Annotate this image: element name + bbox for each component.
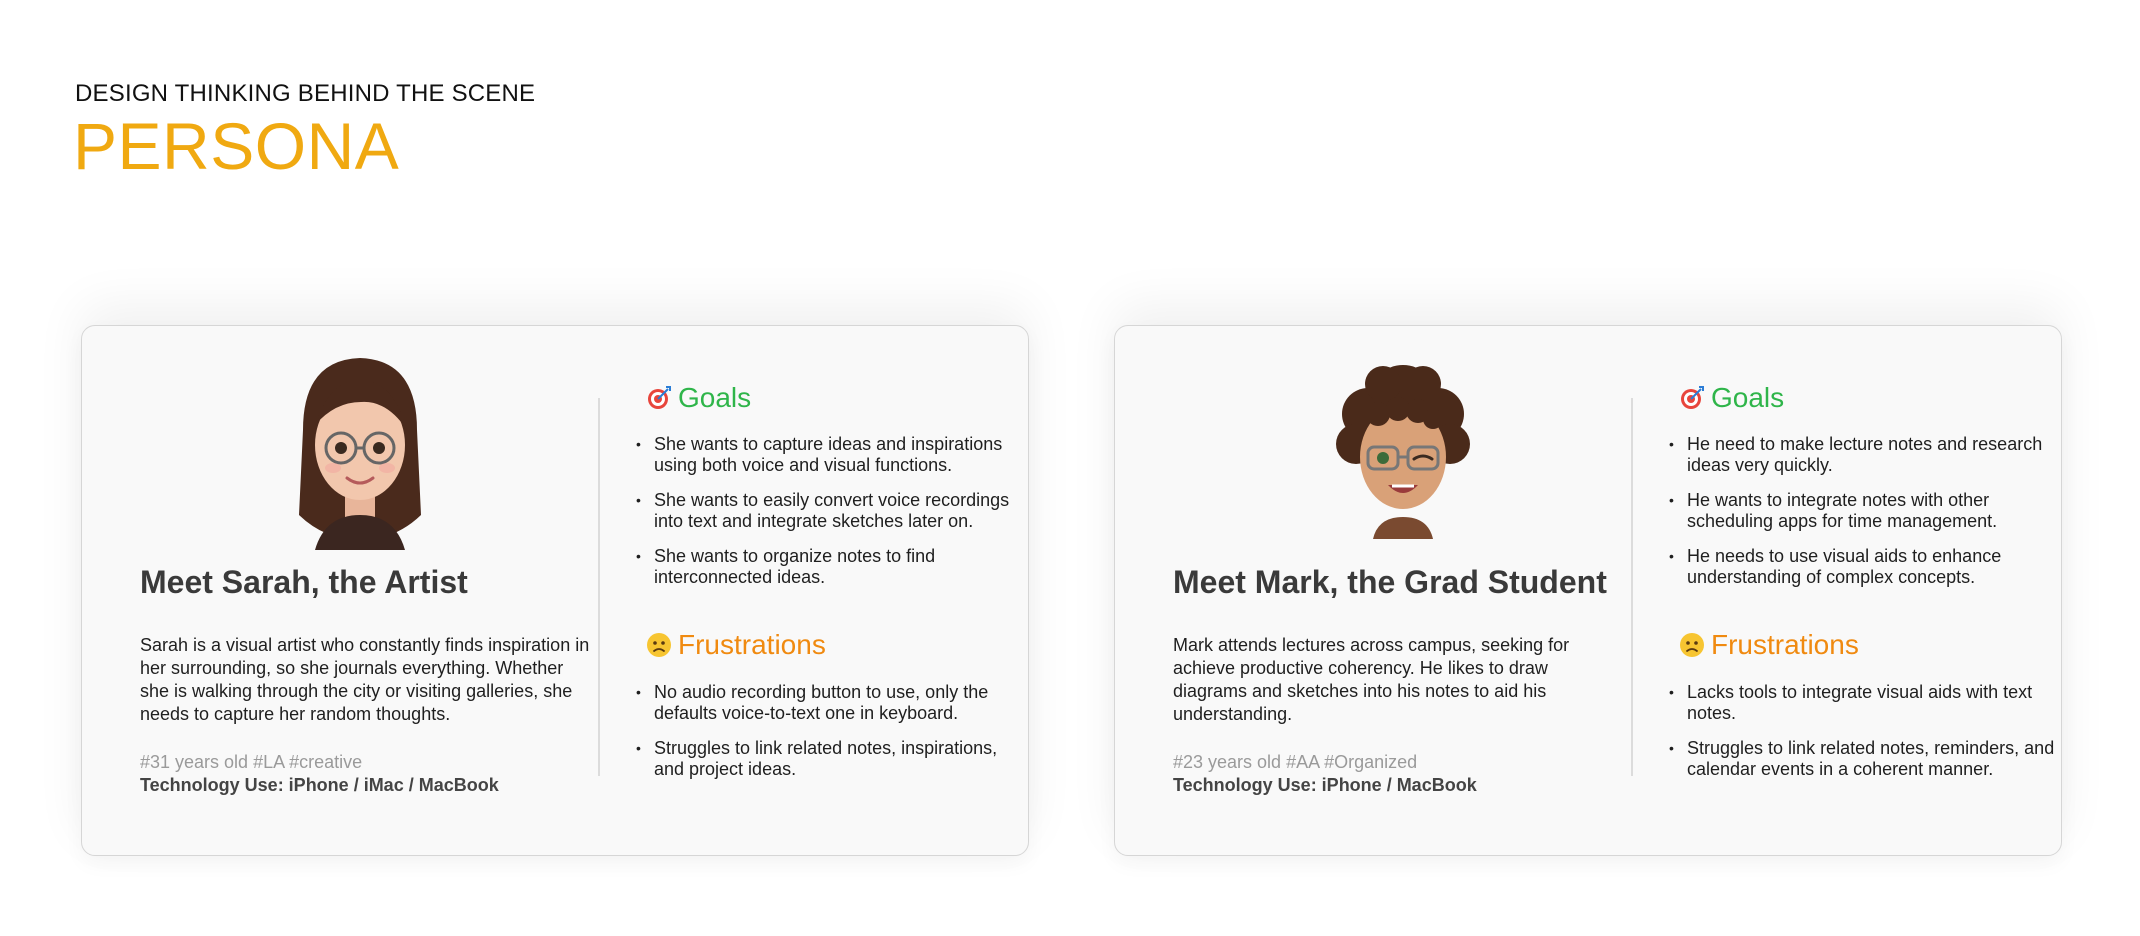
persona-card-sarah: Meet Sarah, the Artist Sarah is a visual… [81,325,1029,856]
frustrations-list: Lacks tools to integrate visual aids wit… [1669,682,2059,794]
frustration-item: Lacks tools to integrate visual aids wit… [1669,682,2059,724]
persona-page: DESIGN THINKING BEHIND THE SCENE PERSONA [0,0,2140,936]
goals-heading: Goals [1679,382,1784,414]
target-icon [646,385,672,411]
persona-tags: #23 years old #AA #Organized [1173,752,1418,772]
goal-item: She wants to easily convert voice record… [636,490,1026,532]
frustrations-heading: Frustrations [646,629,826,661]
persona-tags: #31 years old #LA #creative [140,752,363,772]
goal-item: She wants to organize notes to find inte… [636,546,1026,588]
persona-technology-use: Technology Use: iPhone / iMac / MacBook [140,775,499,795]
frustrations-list: No audio recording button to use, only t… [636,682,1026,794]
card-divider [1631,398,1633,776]
goals-label: Goals [1711,382,1785,413]
goals-list: She wants to capture ideas and inspirati… [636,434,1026,602]
page-title: PERSONA [73,109,400,183]
goal-item: He wants to integrate notes with other s… [1669,490,2059,532]
persona-bio: Mark attends lectures across campus, see… [1173,635,1570,724]
frustrations-heading: Frustrations [1679,629,1859,661]
goals-heading: Goals [646,382,751,414]
persona-bio: Sarah is a visual artist who constantly … [140,635,590,724]
target-icon [1679,385,1705,411]
frustration-item: No audio recording button to use, only t… [636,682,1026,724]
card-divider [598,398,600,776]
goal-item: He need to make lecture notes and resear… [1669,434,2059,476]
frowning-face-icon [1679,632,1705,658]
frustration-item: Struggles to link related notes, inspira… [636,738,1026,780]
goals-label: Goals [678,382,752,413]
frustrations-label: Frustrations [1711,629,1859,660]
memoji-man-avatar-icon [1318,359,1488,559]
persona-title: Meet Sarah, the Artist [140,564,468,600]
goal-item: He needs to use visual aids to enhance u… [1669,546,2059,588]
persona-card-mark: Meet Mark, the Grad Student Mark attends… [1114,325,2062,856]
persona-technology-use: Technology Use: iPhone / MacBook [1173,775,1477,795]
page-eyebrow: DESIGN THINKING BEHIND THE SCENE [75,80,536,107]
frowning-face-icon [646,632,672,658]
goal-item: She wants to capture ideas and inspirati… [636,434,1026,476]
persona-title: Meet Mark, the Grad Student [1173,564,1607,600]
frustration-item: Struggles to link related notes, reminde… [1669,738,2059,780]
goals-list: He need to make lecture notes and resear… [1669,434,2059,602]
frustrations-label: Frustrations [678,629,826,660]
memoji-woman-avatar-icon [275,350,445,550]
